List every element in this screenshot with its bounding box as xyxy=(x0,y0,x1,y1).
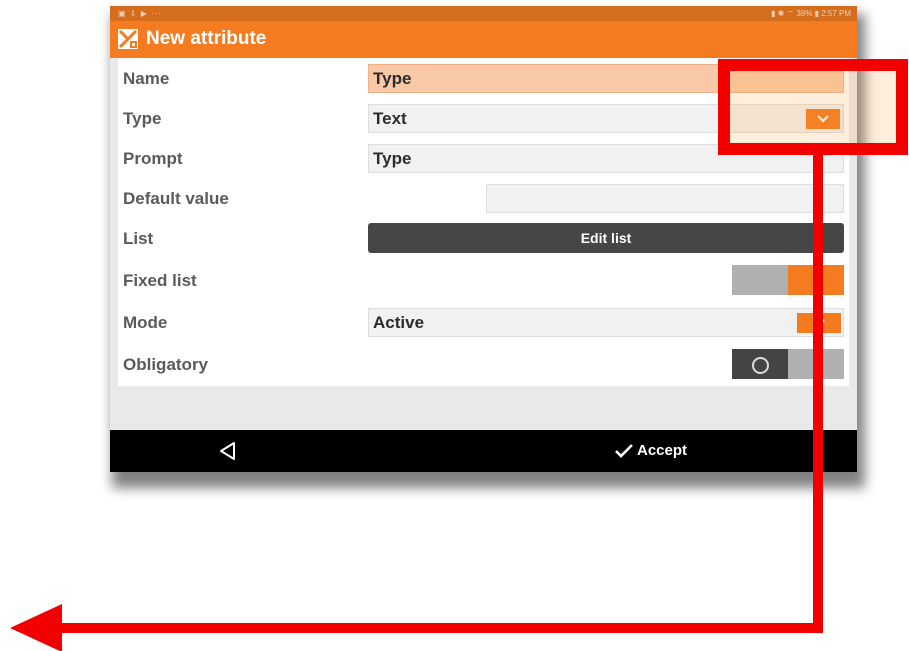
arrow-head-icon xyxy=(10,604,62,651)
arrow-line xyxy=(60,152,823,633)
annotation-arrow xyxy=(10,152,823,651)
